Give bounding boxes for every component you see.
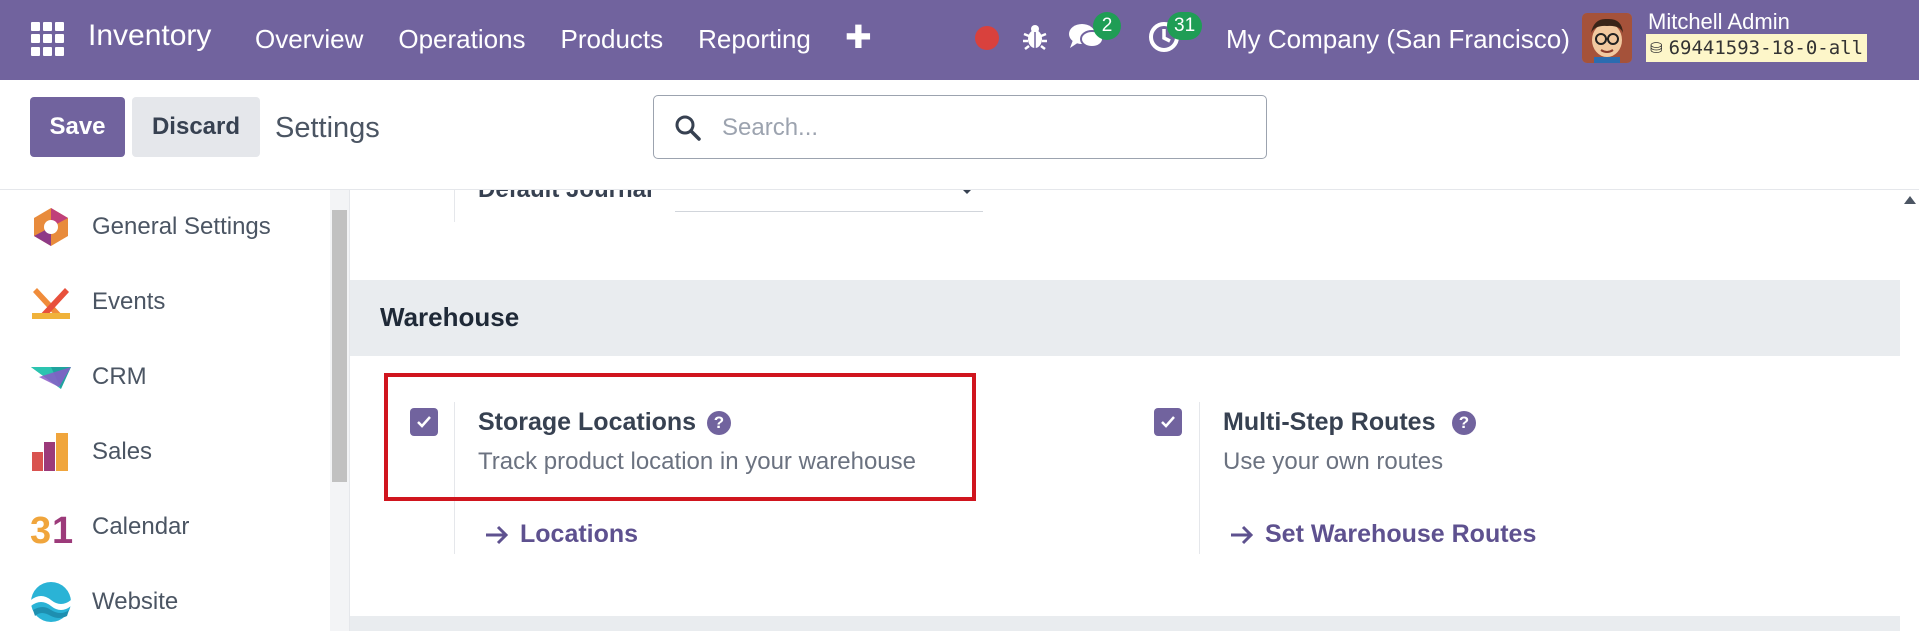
sidebar-item-crm[interactable]: CRM — [0, 347, 330, 407]
arrow-right-icon — [1231, 525, 1254, 544]
sidebar-item-label: Events — [92, 288, 166, 315]
menu-item-overview[interactable]: Overview — [255, 22, 363, 56]
locations-link[interactable]: Locations — [484, 520, 638, 549]
crm-icon — [31, 367, 71, 389]
record-icon[interactable] — [975, 26, 999, 50]
menu-item-products[interactable]: Products — [561, 22, 664, 56]
activity-count-badge: 31 — [1167, 12, 1203, 40]
user-avatar[interactable] — [1582, 13, 1632, 63]
database-name: 69441593-18-0-all — [1668, 37, 1864, 59]
default-journal-label: Default Journal — [478, 190, 653, 204]
settings-content: Default Journal Warehouse Storage Locati… — [350, 190, 1900, 631]
sidebar-item-label: Calendar — [92, 513, 190, 540]
multi-step-routes-title: Multi-Step Routes — [1223, 408, 1436, 436]
search-box[interactable] — [653, 95, 1267, 159]
discard-button[interactable]: Discard — [132, 97, 260, 157]
save-button[interactable]: Save — [30, 97, 125, 157]
sidebar-item-label: General Settings — [92, 213, 271, 240]
sidebar-item-label: Sales — [92, 438, 153, 465]
scroll-up-icon[interactable] — [1904, 196, 1916, 204]
general-settings-icon — [34, 208, 68, 246]
settings-sidebar: General Settings Events CRM Sales 3 1 Ca… — [0, 190, 330, 631]
content-scrollbar[interactable] — [1900, 190, 1919, 631]
events-icon — [32, 288, 70, 319]
sidebar-item-website[interactable]: Website — [0, 572, 330, 631]
set-warehouse-routes-link-label: Set Warehouse Routes — [1265, 520, 1537, 548]
chat-count-badge: 2 — [1093, 12, 1121, 40]
default-journal-select[interactable] — [675, 190, 983, 212]
sidebar-item-general-settings[interactable]: General Settings — [0, 197, 330, 257]
sidebar-scrollbar-thumb[interactable] — [332, 210, 347, 482]
app-grid-icon[interactable] — [31, 22, 65, 56]
section-header: Warehouse — [350, 280, 1900, 356]
checkmark-icon — [1161, 416, 1175, 428]
section-title: Warehouse — [380, 302, 520, 332]
arrow-right-icon — [486, 525, 509, 544]
setting-separator — [1199, 402, 1200, 554]
svg-text:3: 3 — [30, 510, 51, 549]
sidebar-item-label: Website — [92, 588, 179, 615]
next-section-header — [350, 616, 1900, 631]
bug-icon[interactable] — [1020, 22, 1050, 52]
plus-icon[interactable]: ✚ — [845, 21, 872, 53]
user-name[interactable]: Mitchell Admin — [1648, 9, 1790, 35]
chevron-down-icon — [961, 190, 973, 194]
sidebar-item-label: CRM — [92, 363, 147, 390]
sales-icon — [32, 433, 68, 471]
sidebar-item-events[interactable]: Events — [0, 272, 330, 332]
database-tag: ⛁ 69441593-18-0-all — [1646, 34, 1868, 62]
calendar-icon: 3 1 — [30, 510, 73, 549]
search-icon — [675, 115, 701, 141]
set-warehouse-routes-link[interactable]: Set Warehouse Routes — [1229, 520, 1536, 549]
highlight-box — [384, 373, 976, 501]
search-input[interactable] — [722, 108, 1242, 148]
menu-item-operations[interactable]: Operations — [398, 22, 525, 56]
control-panel: Save Discard Settings — [0, 80, 1919, 190]
app-title[interactable]: Inventory — [88, 19, 211, 53]
top-navbar: Inventory Overview Operations Products R… — [0, 0, 1919, 80]
svg-text:1: 1 — [52, 510, 73, 549]
website-icon — [31, 582, 71, 622]
sidebar-item-calendar[interactable]: 3 1 Calendar — [0, 497, 330, 557]
database-icon: ⛁ — [1650, 39, 1663, 57]
sidebar-scrollbar[interactable] — [330, 190, 349, 631]
menu-item-reporting[interactable]: Reporting — [698, 22, 811, 56]
multi-step-routes-description: Use your own routes — [1223, 448, 1444, 475]
company-switcher[interactable]: My Company (San Francisco) — [1226, 22, 1570, 56]
help-icon[interactable]: ? — [1452, 411, 1476, 435]
main-menu: Overview Operations Products Reporting — [255, 22, 846, 56]
page-title: Settings — [275, 112, 380, 144]
multi-step-routes-checkbox[interactable] — [1154, 408, 1182, 436]
setting-separator — [454, 190, 455, 222]
sidebar-item-sales[interactable]: Sales — [0, 422, 330, 482]
locations-link-label: Locations — [520, 520, 639, 548]
